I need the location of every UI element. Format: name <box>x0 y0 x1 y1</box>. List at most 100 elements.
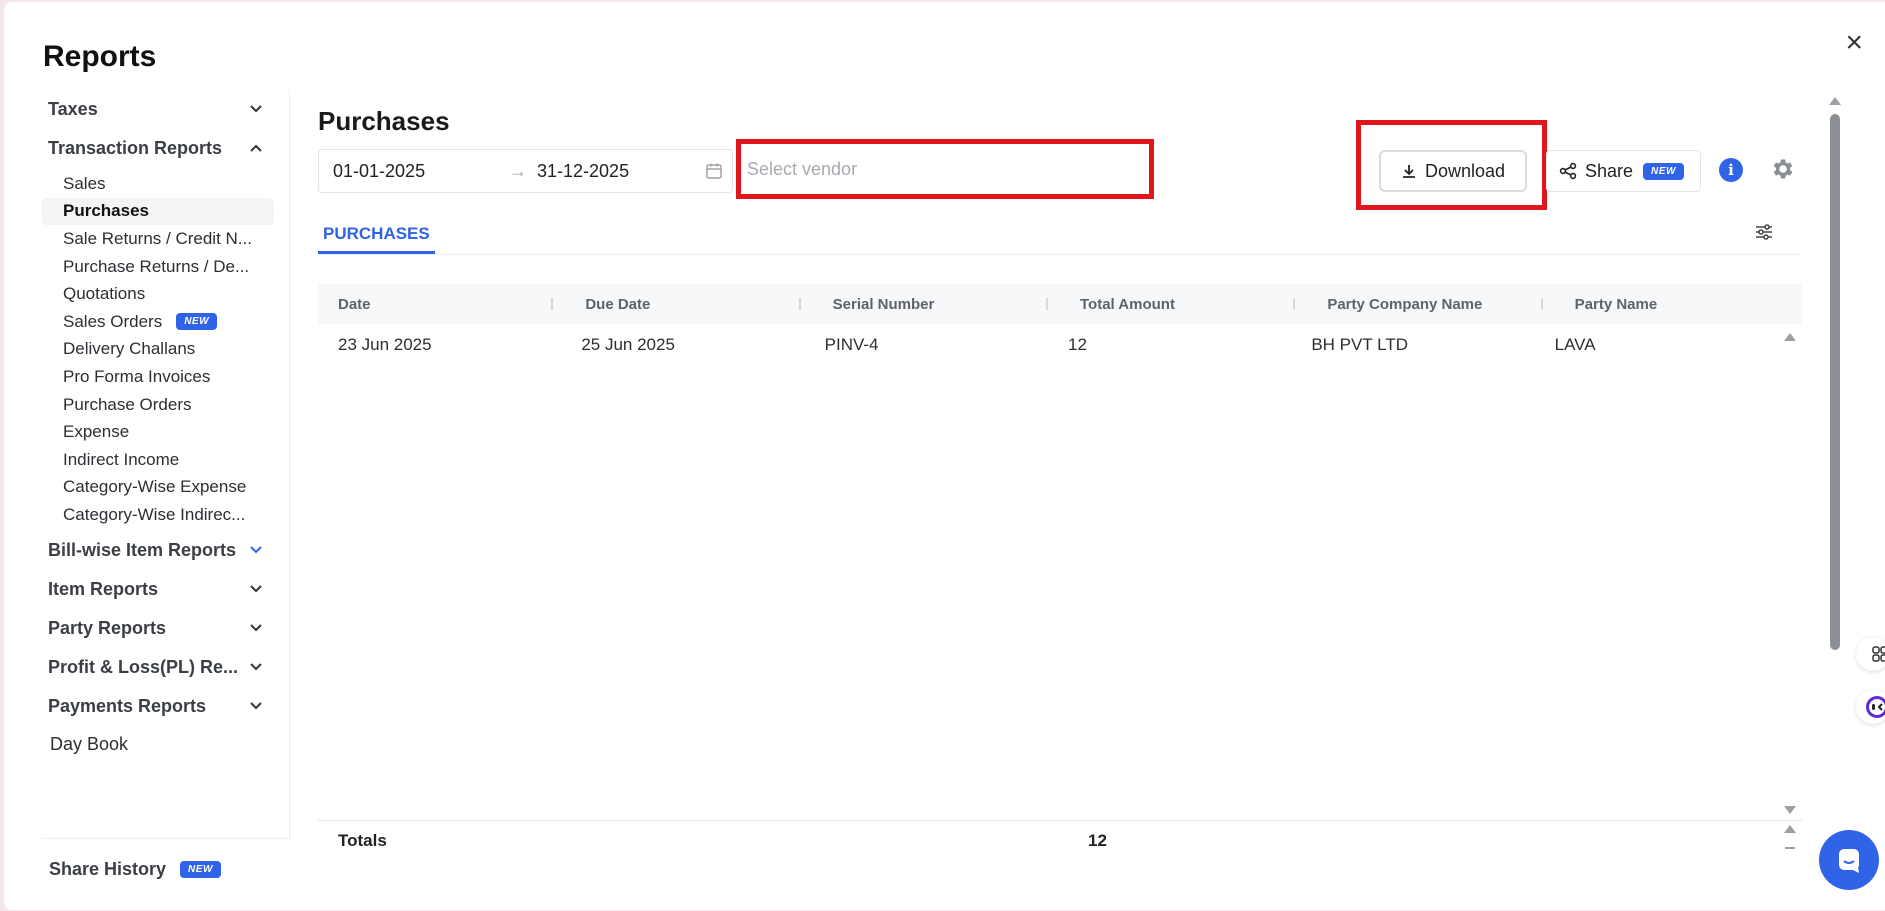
column-header-date[interactable]: Date <box>318 284 565 324</box>
sidebar-item-label: Sales Orders <box>63 311 163 331</box>
apps-widget-icon[interactable] <box>1856 637 1885 671</box>
column-resize-handle[interactable] <box>1045 298 1048 310</box>
bot-icon <box>1866 696 1885 718</box>
assistant-widget-icon[interactable] <box>1856 690 1885 724</box>
sidebar-section-transaction-reports[interactable]: Transaction Reports <box>42 129 289 168</box>
chevron-up-icon <box>250 144 262 152</box>
sidebar-item-sales[interactable]: Sales <box>42 170 274 198</box>
totals-label: Totals <box>338 830 387 850</box>
column-header-party-company-name[interactable]: Party Company Name <box>1307 284 1554 324</box>
date-to[interactable]: 31-12-2025 <box>537 161 629 182</box>
close-icon[interactable]: × <box>1845 28 1863 58</box>
column-header-label: Party Name <box>1574 295 1658 313</box>
table-cell: BH PVT LTD <box>1311 335 1408 354</box>
table-row[interactable]: 23 Jun 2025 25 Jun 2025 PINV-4 12 BH PVT… <box>318 328 1778 362</box>
date-from[interactable]: 01-01-2025 <box>333 161 425 182</box>
table-cell: PINV-4 <box>824 335 879 354</box>
totals-total-amount: 12 <box>1088 830 1107 850</box>
sidebar-item-expense[interactable]: Expense <box>42 418 274 446</box>
sidebar-section-profit-loss[interactable]: Profit & Loss(PL) Re... <box>42 648 289 687</box>
sidebar-item-purchase-returns[interactable]: Purchase Returns / De... <box>42 253 274 281</box>
sidebar-section-label: Transaction Reports <box>48 138 223 158</box>
chevron-down-icon <box>250 624 262 632</box>
sidebar-item-delivery-challans[interactable]: Delivery Challans <box>42 336 274 364</box>
sidebar-item-day-book[interactable]: Day Book <box>42 726 289 764</box>
sidebar-item-pro-forma-invoices[interactable]: Pro Forma Invoices <box>42 363 274 391</box>
sidebar-section-label: Item Reports <box>48 578 159 599</box>
chat-icon <box>1839 849 1859 873</box>
sidebar-item-label: Sale Returns / Credit N... <box>63 228 252 248</box>
sidebar-item-sale-returns[interactable]: Sale Returns / Credit N... <box>42 225 274 253</box>
sidebar-item-quotations[interactable]: Quotations <box>42 280 274 308</box>
totals-scroll-up-icon[interactable] <box>1784 825 1796 833</box>
sidebar-section-taxes[interactable]: Taxes <box>42 90 289 129</box>
new-badge: NEW <box>176 313 218 331</box>
column-header-label: Total Amount <box>1079 295 1175 313</box>
new-badge: NEW <box>180 861 221 878</box>
sidebar-item-indirect-income[interactable]: Indirect Income <box>42 446 274 474</box>
sidebar-section-label: Party Reports <box>48 617 167 638</box>
sidebar-item-purchase-orders[interactable]: Purchase Orders <box>42 391 274 419</box>
sidebar-section-payments-reports[interactable]: Payments Reports <box>42 687 289 726</box>
sidebar-item-label: Sales <box>63 173 106 193</box>
share-icon <box>1559 162 1577 180</box>
sidebar-section-label: Payments Reports <box>48 695 207 716</box>
sidebar-item-label: Purchase Orders <box>63 394 192 414</box>
gear-icon[interactable] <box>1769 156 1795 182</box>
page-scrollbar[interactable] <box>1830 114 1840 650</box>
column-resize-handle[interactable] <box>798 298 801 310</box>
share-history-link[interactable]: Share History NEW <box>42 838 290 900</box>
sidebar-section-label: Profit & Loss(PL) Re... <box>48 656 239 677</box>
column-header-label: Party Company Name <box>1327 295 1483 313</box>
table-scroll-down-icon[interactable] <box>1784 806 1796 814</box>
column-header-due-date[interactable]: Due Date <box>565 284 812 324</box>
sidebar-section-item-reports[interactable]: Item Reports <box>42 570 289 609</box>
table-header: Date Due Date Serial Number Total Amount… <box>318 284 1802 324</box>
totals-spacer <box>818 821 1068 860</box>
vendor-select-highlight <box>736 139 1154 199</box>
sidebar: Taxes Transaction Reports Sales Purchase… <box>42 90 290 842</box>
new-badge: NEW <box>1643 162 1684 180</box>
share-history-label: Share History <box>49 859 167 879</box>
column-resize-handle[interactable] <box>1540 298 1543 310</box>
chat-support-button[interactable] <box>1819 830 1879 890</box>
table-scroll-up-icon[interactable] <box>1784 333 1796 341</box>
calendar-icon <box>706 163 722 179</box>
chevron-down-icon <box>250 105 262 113</box>
arrow-right-icon: → <box>509 160 527 181</box>
info-icon[interactable]: i <box>1719 158 1743 182</box>
sidebar-item-category-wise-indirect[interactable]: Category-Wise Indirec... <box>42 501 274 529</box>
chevron-down-icon <box>250 663 262 671</box>
vendor-select-input[interactable] <box>747 148 1143 190</box>
page-scroll-up-icon[interactable] <box>1829 97 1841 105</box>
column-resize-handle[interactable] <box>1293 298 1296 310</box>
sidebar-item-label: Purchase Returns / De... <box>63 256 250 276</box>
column-settings-icon[interactable] <box>1754 222 1774 242</box>
sidebar-section-label: Bill-wise Item Reports <box>48 539 237 560</box>
sidebar-section-bill-wise-item-reports[interactable]: Bill-wise Item Reports <box>42 531 289 570</box>
sidebar-item-category-wise-expense[interactable]: Category-Wise Expense <box>42 474 274 502</box>
totals-spacer <box>568 821 818 860</box>
column-header-total-amount[interactable]: Total Amount <box>1060 284 1307 324</box>
column-header-party-name[interactable]: Party Name <box>1555 284 1802 324</box>
sidebar-section-party-reports[interactable]: Party Reports <box>42 609 289 648</box>
sidebar-item-label: Expense <box>63 422 130 442</box>
column-resize-handle[interactable] <box>551 298 554 310</box>
share-button[interactable]: Share NEW <box>1546 150 1701 192</box>
chevron-down-icon <box>250 546 262 554</box>
tab-purchases[interactable]: PURCHASES <box>318 214 435 254</box>
sidebar-item-label: Quotations <box>63 284 146 304</box>
column-header-serial-number[interactable]: Serial Number <box>813 284 1060 324</box>
table-cell: 23 Jun 2025 <box>338 335 432 354</box>
totals-scroll-bar[interactable] <box>1785 847 1795 849</box>
sidebar-item-sales-orders[interactable]: Sales Orders NEW <box>42 308 274 336</box>
sidebar-section-label: Taxes <box>48 99 98 119</box>
sidebar-item-label: Category-Wise Indirec... <box>63 504 246 524</box>
download-button[interactable]: Download <box>1379 150 1527 192</box>
totals-row: Totals 12 <box>318 820 1802 860</box>
sidebar-item-purchases[interactable]: Purchases <box>42 197 274 226</box>
date-range-picker[interactable]: 01-01-2025 → 31-12-2025 <box>318 149 733 193</box>
column-header-label: Date <box>338 295 371 313</box>
column-header-label: Serial Number <box>832 295 935 313</box>
sidebar-item-label: Delivery Challans <box>63 339 196 359</box>
